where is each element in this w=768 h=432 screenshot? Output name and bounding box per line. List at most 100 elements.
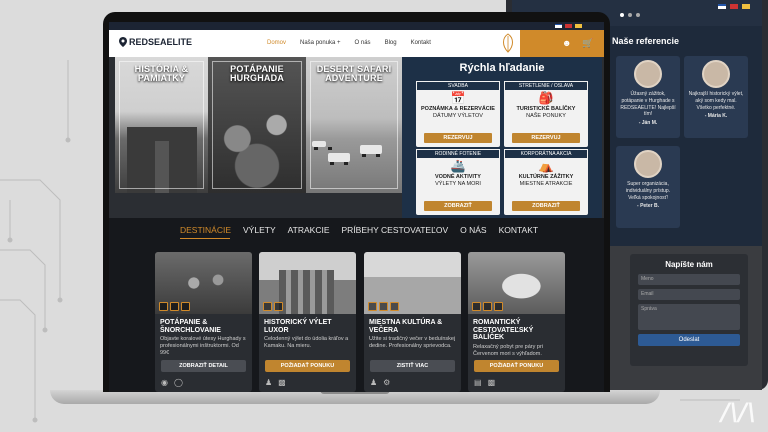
quick-box-subtitle: VÝLETY NA MORI [435,180,481,187]
tab-o-nas[interactable]: O NÁS [460,225,486,235]
laptop-base [50,390,660,404]
suitcase-icon: ▤ [474,378,482,387]
active-tab-underline [180,238,230,239]
hero-panel-title: HISTÓRIA & PAMIATKY [134,64,189,84]
quick-box-title: KULTÚRNE ZÁŽITKY [518,174,574,180]
brand-name: REDSEAELITE [129,37,193,47]
map-pin-icon [119,37,127,47]
quick-box: KORPORÁTNA AKCIA ⛺ KULTÚRNE ZÁŽITKY MIES… [504,149,588,215]
hero-panel-safari[interactable]: DESERT SAFARI ADVENTURE [306,57,402,193]
email-field[interactable]: Email [638,289,740,300]
quick-box-category: KORPORÁTNA AKCIA [504,149,588,159]
language-flags[interactable] [555,24,582,28]
cart-icon[interactable]: 🛒 [582,38,593,49]
brand-logo[interactable]: REDSEAELITE [119,37,192,47]
quick-box-title: TURISTICKÉ BALÍČKY [516,106,576,112]
backpack-icon: 🎒 [538,91,554,105]
reference-quote: Úžasný zážitok, potápanie v Hurghade s R… [620,91,676,118]
hero-panel-history[interactable]: HISTÓRIA & PAMIATKY [115,57,208,193]
nav-item-blog[interactable]: Blog [385,40,397,46]
gear-icon: ⚙ [383,378,391,387]
reference-card: Super organizácia, individuálny prístup.… [616,146,680,228]
view-detail-button[interactable]: ZOBRAZIŤ DETAIL [161,360,246,372]
ship-icon: 🚢 [450,159,466,173]
request-offer-button[interactable]: POŽIADAŤ PONUKU [265,360,350,372]
card-title: ROMANTICKÝ CESTOVATEĽSKÝ BALÍČEK [473,319,534,342]
quick-box-title: VODNÉ AKTIVITY [435,174,481,180]
tab-kontakt[interactable]: KONTAKT [499,225,539,235]
avatar [634,150,662,178]
quick-box-subtitle: NAŠE PONUKY [526,112,566,119]
nav-item-kontakt[interactable]: Kontakt [411,40,431,46]
card-description: Relaxačný pobyt pre páry pri Červenom mo… [473,344,544,357]
name-field[interactable]: Meno [638,274,740,285]
tab-vylety[interactable]: VÝLETY [243,225,276,235]
tab-pribehy[interactable]: PRÍBEHY CESTOVATEĽOV [342,225,449,235]
show-button[interactable]: ZOBRAZIŤ [424,201,492,211]
offer-card[interactable]: ROMANTICKÝ CESTOVATEĽSKÝ BALÍČEK Relaxač… [468,252,565,392]
car-icon: ▩ [487,378,496,387]
culture-image [364,252,461,314]
learn-more-button[interactable]: ZISTIŤ VIAC [370,360,455,372]
card-title: MIESTNA KULTÚRA & VEČERA [369,319,443,334]
laptop-screen-frame: REDSEAELITE Domov Naša ponuka + O nás Bl… [103,12,610,392]
top-utility-bar [109,22,604,30]
offer-card[interactable]: POTÁPANIE & ŠNORCHLOVANIE Objavte koralo… [155,252,252,392]
slider-dots[interactable] [620,13,640,17]
reference-author: - Mária K. [704,113,728,120]
message-field[interactable]: Správa [638,304,740,330]
reference-author: - Ján M. [638,120,658,126]
romantic-image [468,252,565,314]
quick-box-subtitle: DÁTUMY VÝLETOV [433,112,483,119]
group-icon: ♟ [370,378,378,387]
calendar-icon: 📅 [450,91,466,105]
offer-card[interactable]: MIESTNA KULTÚRA & VEČERA Užite si tradič… [364,252,461,392]
user-icon[interactable]: ☻ [562,38,571,48]
tent-icon: ⛺ [538,159,554,173]
quick-box-title: POZNÁMKA & REZERVÁCIE [421,106,495,112]
language-flags[interactable] [718,4,750,9]
quick-box-category: STRETLENIE / OSLAVA [504,81,588,91]
nav-item-o-nas[interactable]: O nás [355,40,371,46]
hero-panel-title: POTÁPANIE HURGHADA [229,64,285,84]
request-offer-button[interactable]: POŽIADAŤ PONUKU [474,360,559,372]
quick-box-category: RODINNÉ FOTENIE [416,149,500,159]
send-button[interactable]: Odeslat [638,334,740,346]
offer-card[interactable]: HISTORICKÝ VÝLET LUXOR Celodenný výlet d… [259,252,356,392]
quick-search-title: Rýchla hľadanie [459,62,545,74]
nav-menu: Domov Naša ponuka + O nás Blog Kontakt [267,40,431,46]
reserve-button[interactable]: REZERVUJ [424,133,492,143]
reference-quote: Super organizácia, individuálny prístup.… [625,181,671,201]
nav-item-ponuka[interactable]: Naša ponuka + [300,40,341,46]
hero-panel-diving[interactable]: POTÁPANIE HURGHADA [208,57,306,193]
reference-card: Úžasný zážitok, potápanie v Hurghade s R… [616,56,680,138]
tab-atrakcie[interactable]: ATRAKCIE [288,225,330,235]
reserve-button[interactable]: REZERVUJ [512,133,580,143]
card-description: Užite si tradičný večer v beduínskej ded… [369,336,456,350]
leaf-decoration-icon [503,33,513,53]
car-icon: ▩ [278,378,286,387]
show-button[interactable]: ZOBRAZIŤ [512,201,580,211]
reference-quote: Najkrajší historický výlet, aký som kedy… [688,91,744,111]
website-screen: REDSEAELITE Domov Naša ponuka + O nás Bl… [109,22,604,392]
quick-box-category: SVADBA [416,81,500,91]
card-title: POTÁPANIE & ŠNORCHLOVANIE [160,319,221,334]
tab-destinacie[interactable]: DESTINÁCIE [180,225,231,235]
contact-title: Napíšte nám [665,260,713,269]
camera-icon: ◉ [161,378,168,387]
mask-icon: ◯ [173,378,183,387]
card-description: Objavte koralové útesy Hurghady s profes… [160,336,246,357]
avatar [634,60,662,88]
card-title: HISTORICKÝ VÝLET LUXOR [264,319,332,334]
quick-box-subtitle: MIESTNE ATRAKCIE [519,180,573,187]
luxor-image [259,252,356,314]
reference-card: Najkrajší historický výlet, aký som kedy… [684,56,748,138]
category-tabs: DESTINÁCIE VÝLETY ATRAKCIE PRÍBEHY CESTO… [109,218,604,242]
references-title: Naše referencie [612,36,680,46]
quick-search-panel: Rýchla hľadanie SVADBA 📅 POZNÁMKA & REZE… [402,57,602,218]
nav-item-domov[interactable]: Domov [267,40,286,46]
avatar [702,60,730,88]
person-icon: ♟ [265,378,273,387]
diving-image [155,252,252,314]
contact-form: Napíšte nám Meno Email Správa Odeslat [630,254,748,366]
